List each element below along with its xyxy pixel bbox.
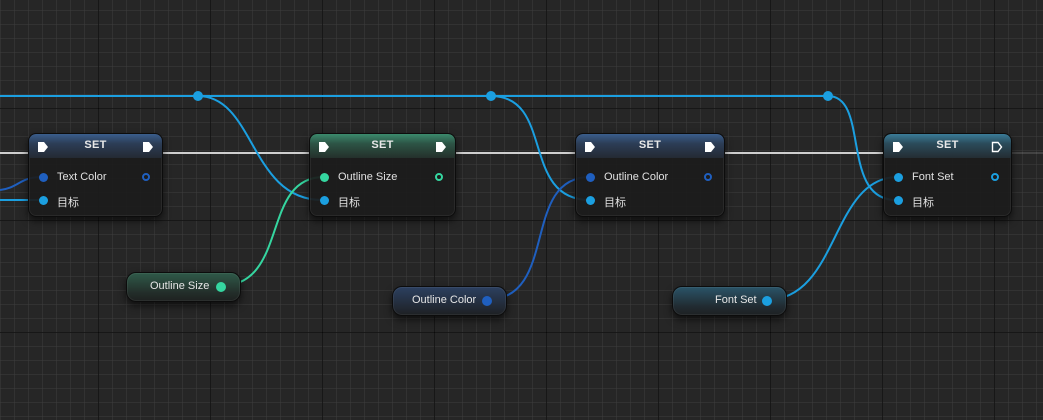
node-header: SET: [884, 134, 1011, 158]
pin-row[interactable]: 目标: [310, 193, 455, 209]
pin-label: Font Set: [912, 171, 954, 183]
reroute-knot[interactable]: [193, 91, 203, 101]
exec-out-pin-icon[interactable]: [142, 141, 154, 153]
color-pin-icon[interactable]: [586, 173, 595, 182]
pin-label: Text Color: [57, 171, 107, 183]
float-pin-icon[interactable]: [216, 282, 226, 292]
object-pin-icon[interactable]: [762, 296, 772, 306]
color-pin-icon[interactable]: [39, 173, 48, 182]
color-out-pin-icon[interactable]: [704, 173, 712, 181]
color-out-pin-icon[interactable]: [142, 173, 150, 181]
reroute-knot[interactable]: [486, 91, 496, 101]
font-set-variable-node[interactable]: Font Set: [672, 286, 787, 316]
outline-size-variable-node[interactable]: Outline Size: [126, 272, 241, 302]
exec-out-pin-icon[interactable]: [991, 141, 1003, 153]
pin-label: 目标: [338, 197, 360, 209]
pin-row[interactable]: 目标: [576, 193, 724, 209]
pin-row[interactable]: 目标: [884, 193, 1011, 209]
set-node-outline-color[interactable]: SET Outline Color 目标: [575, 133, 725, 217]
target-pin-icon[interactable]: [586, 196, 595, 205]
variable-label: Outline Color: [412, 294, 477, 306]
node-header: SET: [29, 134, 162, 158]
pin-label: 目标: [604, 197, 626, 209]
target-pin-icon[interactable]: [39, 196, 48, 205]
set-node-outline-size[interactable]: SET Outline Size 目标: [309, 133, 456, 217]
exec-out-pin-icon[interactable]: [704, 141, 716, 153]
outline-color-variable-node[interactable]: Outline Color: [392, 286, 507, 316]
set-node-text-color[interactable]: SET Text Color 目标: [28, 133, 163, 217]
target-wire[interactable]: [197, 95, 323, 201]
object-pin-icon[interactable]: [894, 173, 903, 182]
pin-row[interactable]: Outline Size: [310, 170, 455, 186]
target-pin-icon[interactable]: [320, 196, 329, 205]
float-out-pin-icon[interactable]: [435, 173, 443, 181]
node-title: SET: [638, 139, 662, 151]
variable-label: Font Set: [715, 294, 757, 306]
node-title: SET: [371, 139, 394, 151]
float-pin-icon[interactable]: [320, 173, 329, 182]
set-node-font-set[interactable]: SET Font Set 目标: [883, 133, 1012, 217]
target-pin-icon[interactable]: [894, 196, 903, 205]
variable-label: Outline Size: [150, 280, 210, 292]
object-out-pin-icon[interactable]: [991, 173, 999, 181]
color-pin-icon[interactable]: [482, 296, 492, 306]
pin-row[interactable]: Outline Color: [576, 170, 724, 186]
pin-label: Outline Color: [604, 171, 669, 183]
pin-label: 目标: [57, 197, 79, 209]
reroute-knot[interactable]: [823, 91, 833, 101]
pin-label: Outline Size: [338, 171, 398, 183]
node-header: SET: [310, 134, 455, 158]
pin-label: 目标: [912, 197, 934, 209]
pin-row[interactable]: Text Color: [29, 170, 162, 186]
node-header: SET: [576, 134, 724, 158]
pin-row[interactable]: 目标: [29, 193, 162, 209]
exec-out-pin-icon[interactable]: [435, 141, 447, 153]
pin-row[interactable]: Font Set: [884, 170, 1011, 186]
